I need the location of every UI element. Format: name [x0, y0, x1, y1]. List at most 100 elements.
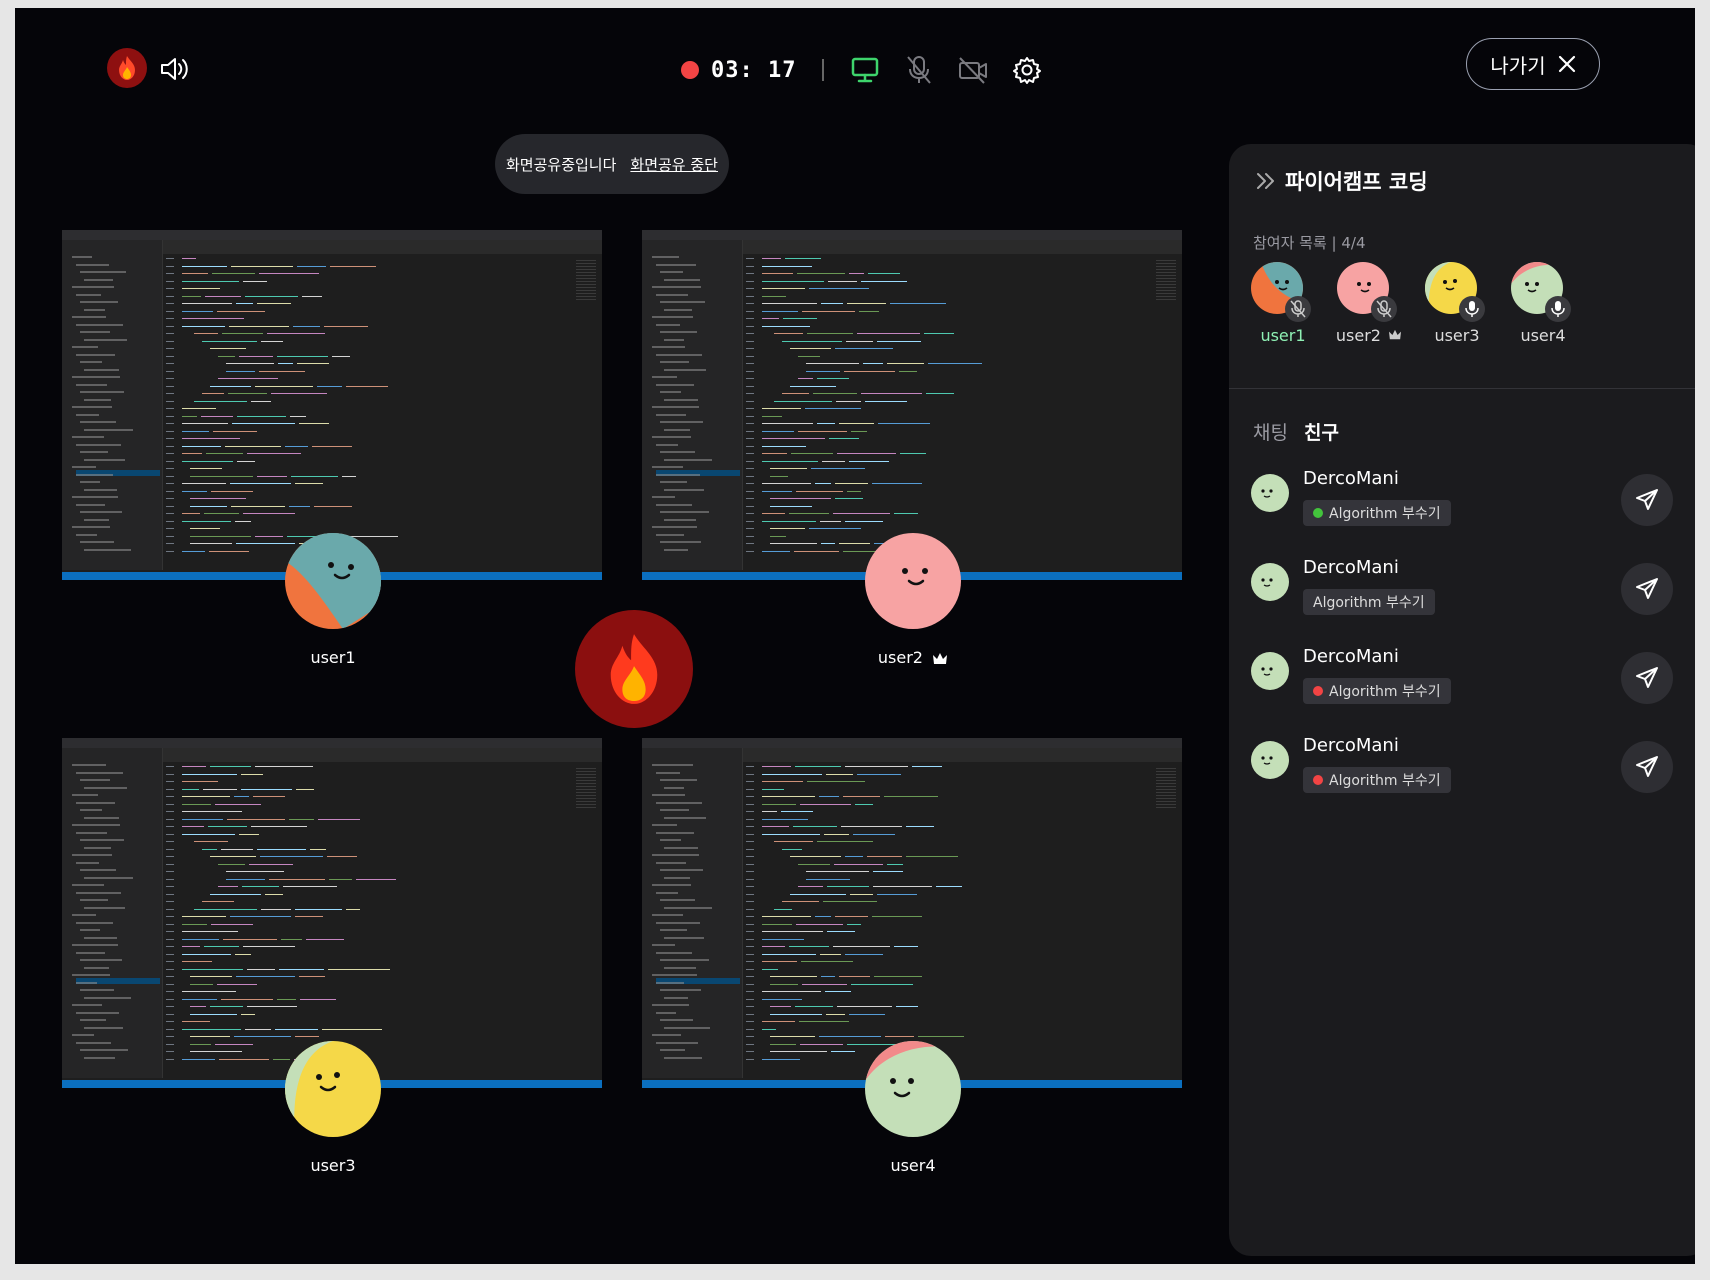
send-icon: [1636, 667, 1658, 688]
speaker-icon: [161, 58, 188, 80]
mic-status: [1545, 296, 1571, 322]
participant-user1[interactable]: user1: [1243, 262, 1323, 352]
tab-chat[interactable]: 채팅: [1253, 418, 1288, 445]
friend-item[interactable]: DercoMani Algorithm 부수기: [1251, 646, 1687, 716]
editor-tabs: [742, 240, 1182, 254]
screen-share-button[interactable]: [848, 53, 882, 87]
status-dot: [1313, 775, 1323, 785]
screen-share-banner: 화면공유중입니다 화면공유 중단: [495, 134, 729, 194]
participant-name: user1: [1260, 326, 1306, 345]
divider: [1229, 388, 1695, 389]
avatar: [285, 1041, 381, 1137]
gear-icon: [1013, 57, 1042, 84]
tab-friends[interactable]: 친구: [1304, 418, 1339, 445]
editor-tabs: [162, 748, 602, 762]
recording-dot: [681, 61, 699, 79]
file-explorer: [62, 748, 163, 1078]
shared-screen: [62, 230, 602, 580]
status-badge: Algorithm 부수기: [1303, 678, 1451, 704]
shared-screen: [642, 230, 1182, 580]
friend-item[interactable]: DercoMani Algorithm 부수기: [1251, 468, 1687, 538]
recording-timer: 03: 17: [711, 57, 797, 83]
participant-name-row: user2: [1329, 326, 1409, 345]
participant-name: user2: [1335, 326, 1381, 345]
room-title-text: 파이어캠프 코딩: [1285, 170, 1428, 194]
send-icon: [1636, 756, 1658, 777]
status-text: Algorithm 부수기: [1329, 506, 1441, 522]
status-text: Algorithm 부수기: [1329, 773, 1441, 789]
speaker-button[interactable]: [159, 54, 191, 84]
avatar: [865, 1041, 961, 1137]
top-bar: 03: 17 나가기: [15, 8, 1695, 128]
friend-name: DercoMani: [1303, 735, 1399, 756]
chevron-double-right-icon[interactable]: [1255, 171, 1277, 191]
panel-tabs: 채팅 친구: [1253, 418, 1355, 445]
mic-status: [1371, 296, 1397, 322]
friend-name: DercoMani: [1303, 468, 1399, 489]
settings-button[interactable]: [1010, 53, 1044, 87]
monitor-icon: [852, 57, 879, 83]
video-tile-user1[interactable]: [62, 230, 602, 580]
status-text: Algorithm 부수기: [1313, 595, 1425, 611]
menu-bar: [62, 738, 602, 756]
status-dot: [1313, 686, 1323, 696]
send-message-button[interactable]: [1621, 652, 1673, 704]
tile-username: user3: [310, 1156, 356, 1175]
mic-off-icon: [907, 56, 932, 84]
menu-bar: [62, 230, 602, 248]
participant-user2[interactable]: user2: [1329, 262, 1409, 352]
video-tile-user2[interactable]: [642, 230, 1182, 580]
send-icon: [1636, 489, 1658, 510]
minimap: [1156, 768, 1176, 808]
shared-screen: [62, 738, 602, 1088]
avatar: [285, 533, 381, 629]
mic-icon: [1465, 301, 1479, 317]
crown-icon: [933, 652, 948, 664]
avatar: [1251, 741, 1289, 779]
mic-icon: [1551, 301, 1565, 317]
exit-button[interactable]: 나가기: [1466, 38, 1600, 90]
participant-user4[interactable]: user4: [1503, 262, 1583, 352]
minimap: [1156, 260, 1176, 300]
send-message-button[interactable]: [1621, 474, 1673, 526]
tile-username-owner: user2: [833, 648, 993, 667]
avatar: [1251, 652, 1289, 690]
fire-logo: [107, 48, 147, 88]
exit-label: 나가기: [1490, 53, 1546, 78]
fire-icon: [119, 56, 135, 80]
send-icon: [1636, 578, 1658, 599]
file-explorer: [642, 748, 743, 1078]
send-message-button[interactable]: [1621, 563, 1673, 615]
mic-off-icon: [1376, 300, 1392, 318]
menu-bar: [642, 738, 1182, 756]
avatar: [865, 533, 961, 629]
video-tile-user3[interactable]: [62, 738, 602, 1088]
stop-share-link[interactable]: 화면공유 중단: [630, 154, 718, 175]
tile-username: user4: [890, 1156, 936, 1175]
participant-name: user3: [1434, 326, 1480, 345]
participant-user3[interactable]: user3: [1417, 262, 1497, 352]
video-tile-user4[interactable]: [642, 738, 1182, 1088]
friend-item[interactable]: DercoMani Algorithm 부수기: [1251, 735, 1687, 805]
send-message-button[interactable]: [1621, 741, 1673, 793]
status-badge: Algorithm 부수기: [1303, 589, 1435, 615]
close-icon: [1558, 55, 1575, 73]
friend-name: DercoMani: [1303, 646, 1399, 667]
status-text: Algorithm 부수기: [1329, 684, 1441, 700]
friend-item[interactable]: DercoMani Algorithm 부수기: [1251, 557, 1687, 627]
mic-off-icon: [1290, 300, 1306, 318]
share-message: 화면공유중입니다: [506, 155, 617, 174]
tile-username: user2: [877, 648, 923, 667]
participant-name: user4: [1520, 326, 1566, 345]
mic-status: [1459, 296, 1485, 322]
editor-tabs: [162, 240, 602, 254]
status-badge: Algorithm 부수기: [1303, 500, 1451, 526]
mic-toggle-button[interactable]: [902, 53, 936, 87]
camera-toggle-button[interactable]: [956, 53, 990, 87]
file-explorer: [62, 240, 163, 570]
minimap: [576, 260, 596, 300]
recording-controls: 03: 17: [681, 50, 1064, 90]
room-title: 파이어캠프 코딩: [1255, 166, 1428, 196]
minimap: [576, 768, 596, 808]
participants-label: 참여자 목록 | 4/4: [1253, 234, 1366, 252]
